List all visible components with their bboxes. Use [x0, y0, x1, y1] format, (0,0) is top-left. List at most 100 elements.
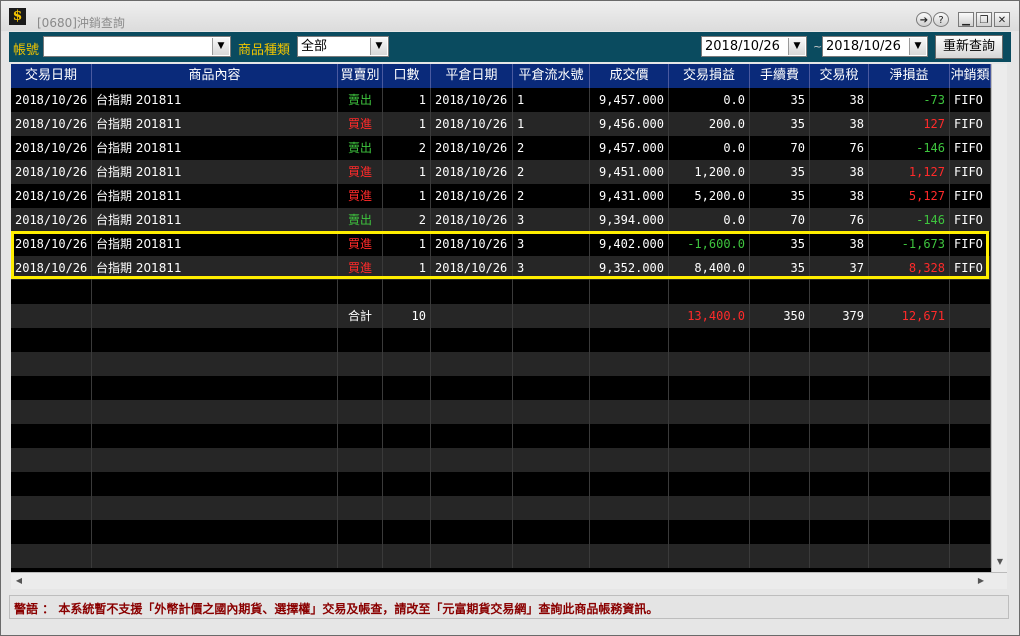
cell-close-date: 2018/10/26: [431, 208, 513, 232]
cell-side: 買進: [338, 184, 383, 208]
horizontal-scrollbar[interactable]: ◀ ▶: [11, 572, 1007, 589]
cell-tax: [810, 400, 869, 424]
table-row[interactable]: 2018/10/26 台指期 201811 買進 1 2018/10/26 3 9,352.…: [11, 256, 991, 280]
scroll-left-icon[interactable]: ◀: [11, 573, 27, 589]
cell-tax: [810, 424, 869, 448]
cell-method: [950, 424, 991, 448]
column-header-close-date[interactable]: 平倉日期: [431, 64, 513, 88]
close-button[interactable]: ✕: [994, 12, 1010, 27]
cell-product: 台指期 201811: [92, 184, 338, 208]
vertical-scrollbar[interactable]: ▼: [991, 64, 1007, 572]
column-header-product[interactable]: 商品內容: [92, 64, 338, 88]
cell-method: [950, 448, 991, 472]
cell-date: 2018/10/26: [11, 88, 92, 112]
column-header-tax[interactable]: 交易稅: [810, 64, 869, 88]
minimize-button[interactable]: ▁: [958, 12, 974, 27]
total-row[interactable]: 合計 10 13,400.0 350 379 12,671: [11, 304, 991, 328]
column-header-side[interactable]: 買賣別: [338, 64, 383, 88]
cell-qty: 1: [383, 232, 431, 256]
cell-date: [11, 328, 92, 352]
chevron-down-icon[interactable]: ▼: [909, 38, 926, 55]
cell-close-date: 2018/10/26: [431, 256, 513, 280]
cell-price: [590, 352, 669, 376]
cell-side: 合計: [338, 304, 383, 328]
cell-seq: [513, 496, 590, 520]
cell-method: FIFO: [950, 160, 991, 184]
table-row[interactable]: 2018/10/26 台指期 201811 買進 1 2018/10/26 3 9,402.…: [11, 232, 991, 256]
cell-fee: 350: [750, 304, 810, 328]
empty-row: [11, 520, 991, 544]
table-row[interactable]: 2018/10/26 台指期 201811 賣出 2 2018/10/26 3 9,394.…: [11, 208, 991, 232]
date-to-select[interactable]: 2018/10/26 ▼: [822, 36, 928, 57]
column-header-trade-pl[interactable]: 交易損益: [669, 64, 750, 88]
cell-price: 9,431.000: [590, 184, 669, 208]
table-row[interactable]: 2018/10/26 台指期 201811 賣出 2 2018/10/26 2 9,457.…: [11, 136, 991, 160]
cell-close-date: [431, 448, 513, 472]
cell-product: [92, 496, 338, 520]
column-header-method[interactable]: 沖銷類: [950, 64, 991, 88]
cell-product: [92, 520, 338, 544]
cell-product: [92, 376, 338, 400]
table-row[interactable]: 2018/10/26 台指期 201811 買進 1 2018/10/26 2 9,451.…: [11, 160, 991, 184]
cell-side: [338, 424, 383, 448]
cell-qty: 10: [383, 304, 431, 328]
restore-button[interactable]: ❐: [976, 12, 992, 27]
scroll-down-icon[interactable]: ▼: [992, 554, 1007, 570]
app-window: $ [0680]沖銷查詢 ➔ ? ▁ ❐ ✕ 帳號 ▼ 商品種類 全部 ▼ 20…: [0, 0, 1020, 636]
date-separator: ~: [813, 40, 823, 53]
product-type-select[interactable]: 全部 ▼: [297, 36, 389, 57]
navigate-icon[interactable]: ➔: [916, 12, 932, 27]
cell-seq: [513, 472, 590, 496]
help-icon[interactable]: ?: [933, 12, 949, 27]
cell-close-date: 2018/10/26: [431, 88, 513, 112]
table-row[interactable]: 2018/10/26 台指期 201811 買進 1 2018/10/26 1 9,456.…: [11, 112, 991, 136]
cell-price: [590, 424, 669, 448]
chevron-down-icon[interactable]: ▼: [212, 38, 229, 55]
cell-close-date: 2018/10/26: [431, 160, 513, 184]
cell-seq: [513, 352, 590, 376]
cell-net: -73: [869, 88, 950, 112]
cell-tax: 76: [810, 136, 869, 160]
table-row[interactable]: 2018/10/26 台指期 201811 賣出 1 2018/10/26 1 9,457.…: [11, 88, 991, 112]
column-header-price[interactable]: 成交價: [590, 64, 669, 88]
date-from-value: 2018/10/26: [705, 39, 780, 54]
chevron-down-icon[interactable]: ▼: [788, 38, 805, 55]
cell-side: 買進: [338, 112, 383, 136]
cell-net: 1,127: [869, 160, 950, 184]
empty-row: [11, 472, 991, 496]
cell-net: [869, 328, 950, 352]
cell-method: FIFO: [950, 112, 991, 136]
cell-fee: [750, 328, 810, 352]
chevron-down-icon[interactable]: ▼: [370, 38, 387, 55]
column-header-net-pl[interactable]: 淨損益: [869, 64, 950, 88]
cell-fee: [750, 472, 810, 496]
cell-price: 9,457.000: [590, 88, 669, 112]
cell-tax: [810, 472, 869, 496]
cell-trade-pl: [669, 376, 750, 400]
cell-side: [338, 280, 383, 304]
cell-net: 5,127: [869, 184, 950, 208]
cell-method: [950, 544, 991, 568]
column-header-fee[interactable]: 手續費: [750, 64, 810, 88]
date-from-select[interactable]: 2018/10/26 ▼: [701, 36, 807, 57]
cell-trade-pl: [669, 472, 750, 496]
date-to-value: 2018/10/26: [826, 39, 901, 54]
cell-price: [590, 472, 669, 496]
cell-fee: [750, 496, 810, 520]
requery-button[interactable]: 重新查詢: [935, 35, 1003, 59]
cell-tax: [810, 352, 869, 376]
cell-trade-pl: 13,400.0: [669, 304, 750, 328]
table-row[interactable]: 2018/10/26 台指期 201811 買進 1 2018/10/26 2 9,431.…: [11, 184, 991, 208]
column-header-trade-date[interactable]: 交易日期: [11, 64, 92, 88]
account-select[interactable]: ▼: [43, 36, 231, 57]
cell-close-date: 2018/10/26: [431, 136, 513, 160]
cell-date: [11, 376, 92, 400]
cell-seq: 3: [513, 208, 590, 232]
scroll-right-icon[interactable]: ▶: [973, 573, 989, 589]
cell-product: 台指期 201811: [92, 232, 338, 256]
column-header-close-seq[interactable]: 平倉流水號: [513, 64, 590, 88]
cell-fee: 70: [750, 208, 810, 232]
column-header-qty[interactable]: 口數: [383, 64, 431, 88]
cell-qty: [383, 472, 431, 496]
empty-row: [11, 424, 991, 448]
